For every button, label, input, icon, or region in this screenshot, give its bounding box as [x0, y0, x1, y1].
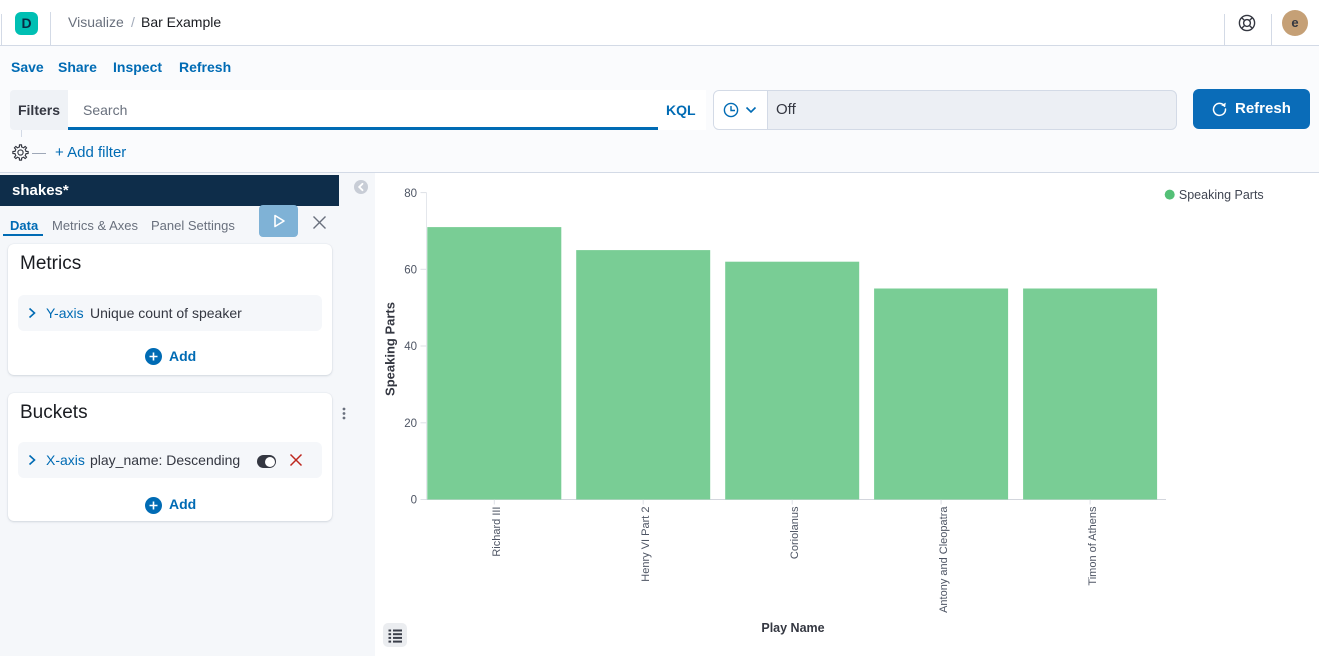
svg-text:20: 20 [404, 418, 417, 430]
svg-text:60: 60 [404, 265, 417, 277]
svg-text:Richard III: Richard III [491, 507, 503, 557]
svg-text:Speaking Parts: Speaking Parts [1179, 188, 1264, 202]
svg-text:80: 80 [404, 188, 417, 200]
svg-text:0: 0 [411, 495, 417, 507]
svg-text:40: 40 [404, 341, 417, 353]
svg-text:Speaking Parts: Speaking Parts [383, 302, 398, 396]
svg-text:Antony and Cleopatra: Antony and Cleopatra [938, 506, 950, 613]
svg-text:Timon of Athens: Timon of Athens [1087, 506, 1099, 586]
svg-text:Coriolanus: Coriolanus [789, 506, 801, 559]
svg-text:Play Name: Play Name [761, 621, 824, 635]
svg-text:Henry VI Part 2: Henry VI Part 2 [640, 507, 652, 582]
